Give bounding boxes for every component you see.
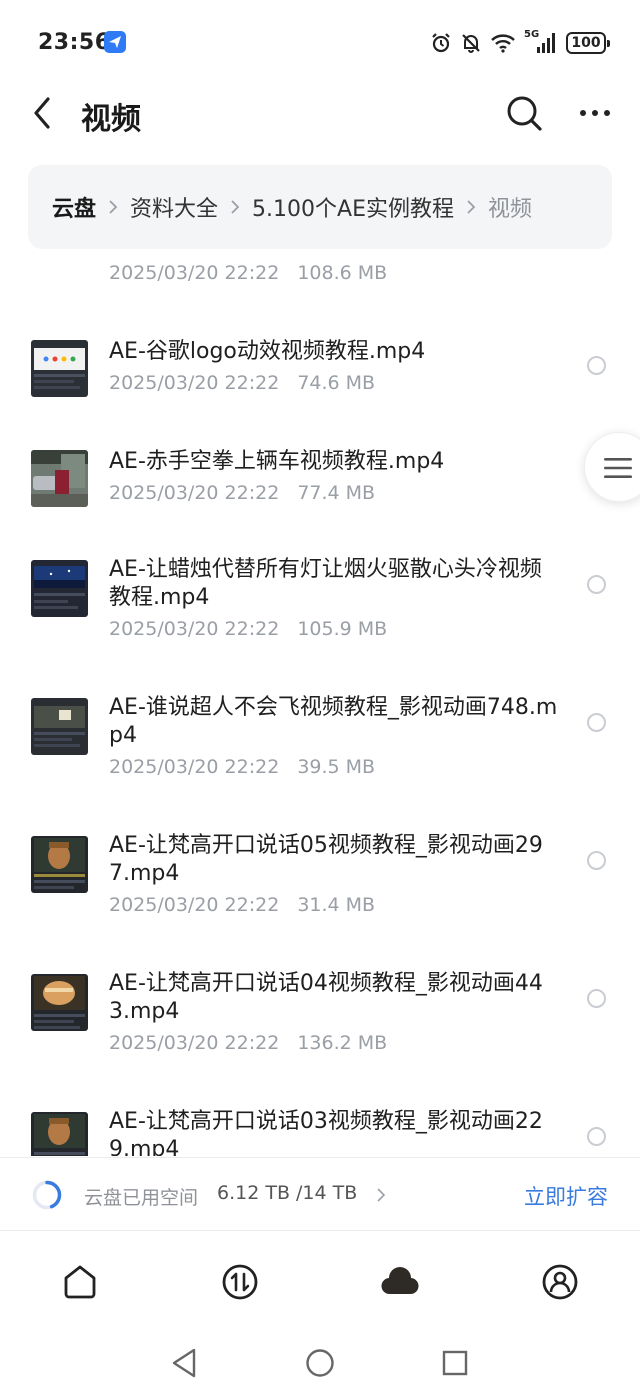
select-checkbox[interactable] bbox=[587, 851, 606, 870]
file-meta: 2025/03/20 22:22 39.5 MB bbox=[109, 756, 375, 778]
file-row[interactable]: AE-让蜡烛代替所有灯让烟火驱散心头冷视频教程.mp4 2025/03/20 2… bbox=[0, 550, 640, 660]
nav-profile[interactable] bbox=[538, 1260, 582, 1304]
file-row[interactable]: AE-让梵高开口说话04视频教程_影视动画443.mp4 2025/03/20 … bbox=[0, 964, 640, 1074]
select-checkbox[interactable] bbox=[587, 575, 606, 594]
breadcrumb: 云盘 资料大全 5.100个AE实例教程 视频 bbox=[28, 165, 612, 249]
nav-home[interactable] bbox=[58, 1260, 102, 1304]
video-thumbnail bbox=[31, 450, 88, 507]
video-thumbnail bbox=[31, 560, 88, 617]
chevron-right-icon bbox=[109, 200, 118, 214]
more-button[interactable] bbox=[576, 96, 614, 130]
file-row[interactable]: AE-让梵高开口说话05视频教程_影视动画297.mp4 2025/03/20 … bbox=[0, 826, 640, 936]
file-meta: 2025/03/20 22:22 77.4 MB bbox=[109, 482, 375, 504]
file-meta: 2025/03/20 22:22 74.6 MB bbox=[109, 372, 375, 394]
page-title: 视频 bbox=[81, 102, 141, 137]
breadcrumb-item[interactable]: 5.100个AE实例教程 bbox=[252, 191, 454, 223]
search-icon bbox=[507, 96, 542, 131]
system-recents-button[interactable] bbox=[440, 1346, 470, 1384]
file-meta: 2025/03/20 22:22 136.2 MB bbox=[109, 1032, 387, 1054]
signal-icon: 5G bbox=[524, 29, 558, 55]
storage-value: 6.12 TB /14 TB bbox=[217, 1182, 358, 1204]
transfer-icon bbox=[222, 1264, 258, 1300]
breadcrumb-root[interactable]: 云盘 bbox=[52, 191, 96, 223]
status-bar: 23:56 5G 100 bbox=[0, 0, 640, 86]
system-home-button[interactable] bbox=[304, 1346, 336, 1384]
file-row[interactable]: AE-谁说超人不会飞视频教程_影视动画748.mp4 2025/03/20 22… bbox=[0, 688, 640, 798]
file-row[interactable]: 2025/03/20 22:22 108.6 MB bbox=[0, 250, 640, 310]
app-notification-icon bbox=[104, 31, 126, 53]
mute-icon bbox=[462, 34, 480, 53]
battery-icon: 100 bbox=[566, 32, 610, 54]
expand-storage-button[interactable]: 立即扩容 bbox=[524, 1181, 608, 1211]
file-row[interactable]: AE-让梵高开口说话03视频教程_影视动画229.mp4 bbox=[0, 1102, 640, 1156]
storage-usage-ring bbox=[32, 1180, 62, 1210]
bottom-nav bbox=[0, 1232, 640, 1332]
search-button[interactable] bbox=[503, 92, 545, 134]
video-thumbnail bbox=[31, 836, 88, 893]
file-row[interactable]: AE-谷歌logo动效视频教程.mp4 2025/03/20 22:22 74.6… bbox=[0, 330, 640, 420]
file-meta: 2025/03/20 22:22 108.6 MB bbox=[109, 262, 387, 284]
file-size: 108.6 MB bbox=[297, 262, 388, 284]
alarm-icon bbox=[432, 33, 450, 53]
file-meta: 2025/03/20 22:22 105.9 MB bbox=[109, 618, 387, 640]
file-date: 2025/03/20 22:22 bbox=[109, 262, 280, 284]
profile-icon bbox=[542, 1264, 578, 1300]
file-size: 74.6 MB bbox=[297, 372, 376, 394]
file-date: 2025/03/20 22:22 bbox=[109, 482, 280, 504]
file-name: AE-让梵高开口说话03视频教程_影视动画229.mp4 bbox=[109, 1109, 543, 1156]
file-date: 2025/03/20 22:22 bbox=[109, 756, 280, 778]
chevron-right-icon bbox=[231, 200, 240, 214]
file-name: AE-赤手空拳上辆车视频教程.mp4 bbox=[109, 449, 445, 474]
video-thumbnail bbox=[31, 340, 88, 397]
header: 视频 bbox=[0, 86, 640, 142]
select-checkbox[interactable] bbox=[587, 989, 606, 1008]
file-date: 2025/03/20 22:22 bbox=[109, 372, 280, 394]
status-icons: 5G 100 bbox=[430, 29, 610, 56]
select-checkbox[interactable] bbox=[587, 356, 606, 375]
storage-label: 云盘已用空间 bbox=[84, 1187, 199, 1209]
file-date: 2025/03/20 22:22 bbox=[109, 894, 280, 916]
file-size: 39.5 MB bbox=[297, 756, 376, 778]
file-row[interactable]: AE-赤手空拳上辆车视频教程.mp4 2025/03/20 22:22 77.4 … bbox=[0, 440, 640, 530]
menu-icon bbox=[604, 458, 632, 478]
file-size: 105.9 MB bbox=[297, 618, 388, 640]
system-nav-bar bbox=[0, 1338, 640, 1394]
file-list: 2025/03/20 22:22 108.6 MB AE-谷歌logo动效视频教程… bbox=[0, 250, 640, 1156]
back-icon bbox=[34, 97, 50, 129]
breadcrumb-current: 视频 bbox=[487, 197, 532, 222]
file-name: AE-谁说超人不会飞视频教程_影视动画748.mp4 bbox=[109, 695, 558, 748]
select-checkbox[interactable] bbox=[587, 1127, 606, 1146]
file-name: AE-让梵高开口说话05视频教程_影视动画297.mp4 bbox=[109, 833, 543, 886]
file-size: 77.4 MB bbox=[297, 482, 376, 504]
wifi-icon bbox=[491, 34, 515, 53]
file-name: AE-让蜡烛代替所有灯让烟火驱散心头冷视频教程.mp4 bbox=[109, 557, 542, 610]
nav-cloud[interactable] bbox=[378, 1260, 422, 1304]
file-date: 2025/03/20 22:22 bbox=[109, 1032, 280, 1054]
video-thumbnail bbox=[31, 974, 88, 1031]
system-home-icon bbox=[306, 1349, 334, 1377]
file-size: 31.4 MB bbox=[297, 894, 376, 916]
video-thumbnail bbox=[31, 1112, 88, 1156]
chevron-right-icon[interactable] bbox=[376, 1188, 386, 1202]
home-icon bbox=[64, 1265, 96, 1299]
system-back-icon bbox=[172, 1348, 196, 1378]
chevron-right-icon bbox=[467, 200, 476, 214]
storage-bar: 云盘已用空间 6.12 TB /14 TB 立即扩容 bbox=[0, 1157, 640, 1231]
cloud-icon bbox=[381, 1267, 419, 1295]
file-date: 2025/03/20 22:22 bbox=[109, 618, 280, 640]
nav-transfer[interactable] bbox=[218, 1260, 262, 1304]
system-back-button[interactable] bbox=[170, 1346, 198, 1384]
file-meta: 2025/03/20 22:22 31.4 MB bbox=[109, 894, 375, 916]
system-recents-icon bbox=[442, 1350, 468, 1376]
select-checkbox[interactable] bbox=[587, 713, 606, 732]
video-thumbnail bbox=[31, 698, 88, 755]
file-name: AE-让梵高开口说话04视频教程_影视动画443.mp4 bbox=[109, 971, 543, 1024]
file-size: 136.2 MB bbox=[297, 1032, 388, 1054]
status-time: 23:56 bbox=[38, 30, 111, 55]
breadcrumb-item[interactable]: 资料大全 bbox=[130, 191, 218, 223]
more-icon bbox=[580, 110, 610, 116]
file-name: AE-谷歌logo动效视频教程.mp4 bbox=[109, 339, 426, 364]
back-button[interactable] bbox=[28, 92, 58, 134]
